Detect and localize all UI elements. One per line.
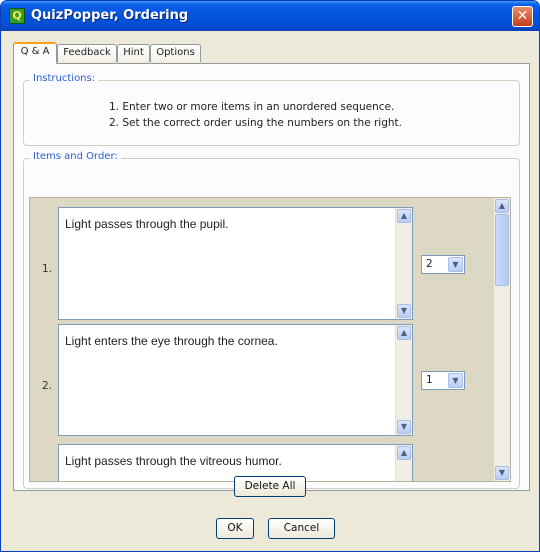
item-text-area[interactable]: Light enters the eye through the cornea.…	[58, 324, 413, 436]
tab-panel-q-and-a: Instructions: 1. Enter two or more items…	[13, 63, 530, 491]
scroll-up-icon[interactable]: ▲	[397, 209, 411, 223]
scroll-down-icon[interactable]: ▼	[397, 304, 411, 318]
item-text: Light enters the eye through the cornea.	[65, 334, 278, 348]
scroll-down-icon[interactable]: ▼	[495, 466, 509, 480]
item-number: 2.	[42, 380, 53, 392]
order-value: 2	[426, 258, 433, 270]
tab-q-and-a[interactable]: Q & A	[13, 42, 57, 64]
items-scrollbar[interactable]: ▲ ▼	[494, 198, 510, 481]
dialog-window: Q QuizPopper, Ordering ✕ Q & A Feedback …	[0, 0, 540, 552]
item-text-area[interactable]: Light passes through the pupil. ▲ ▼	[58, 207, 413, 320]
instructions-group: Instructions: 1. Enter two or more items…	[23, 73, 520, 146]
close-icon[interactable]: ✕	[512, 6, 533, 27]
order-select[interactable]: 1 ▼	[421, 371, 465, 390]
chevron-down-icon[interactable]: ▼	[448, 257, 463, 272]
item-scrollbar[interactable]: ▲ ▼	[395, 208, 412, 319]
instruction-line-1: 1. Enter two or more items in an unorder…	[109, 101, 395, 113]
items-legend: Items and Order:	[30, 151, 121, 162]
order-value: 1	[426, 374, 433, 386]
cancel-button[interactable]: Cancel	[268, 518, 335, 539]
item-text: Light passes through the pupil.	[65, 217, 229, 231]
scroll-up-icon[interactable]: ▲	[397, 326, 411, 340]
item-scrollbar[interactable]: ▲ ▼	[395, 325, 412, 435]
instructions-legend: Instructions:	[30, 73, 99, 84]
instruction-line-2: 2. Set the correct order using the numbe…	[109, 117, 402, 129]
dialog-body: Q & A Feedback Hint Options Instructions…	[4, 31, 536, 549]
window-title: QuizPopper, Ordering	[31, 8, 189, 23]
chevron-down-icon[interactable]: ▼	[448, 373, 463, 388]
scroll-up-icon[interactable]: ▲	[495, 199, 509, 213]
scrollbar-thumb[interactable]	[495, 214, 509, 286]
scroll-down-icon[interactable]: ▼	[397, 420, 411, 434]
items-list[interactable]: 1. Light passes through the pupil. ▲ ▼ 2…	[29, 197, 511, 482]
scroll-up-icon[interactable]: ▲	[397, 446, 411, 460]
delete-all-button[interactable]: Delete All	[234, 476, 306, 497]
tab-hint[interactable]: Hint	[117, 44, 150, 62]
item-number: 1.	[42, 263, 53, 275]
item-text: Light passes through the vitreous humor.	[65, 454, 282, 468]
title-bar[interactable]: Q QuizPopper, Ordering ✕	[1, 1, 539, 31]
app-icon: Q	[9, 8, 25, 24]
item-scrollbar[interactable]: ▲	[395, 445, 412, 481]
order-select[interactable]: 2 ▼	[421, 255, 465, 274]
ok-button[interactable]: OK	[216, 518, 254, 539]
tab-options[interactable]: Options	[150, 44, 201, 62]
tab-feedback[interactable]: Feedback	[57, 44, 117, 62]
